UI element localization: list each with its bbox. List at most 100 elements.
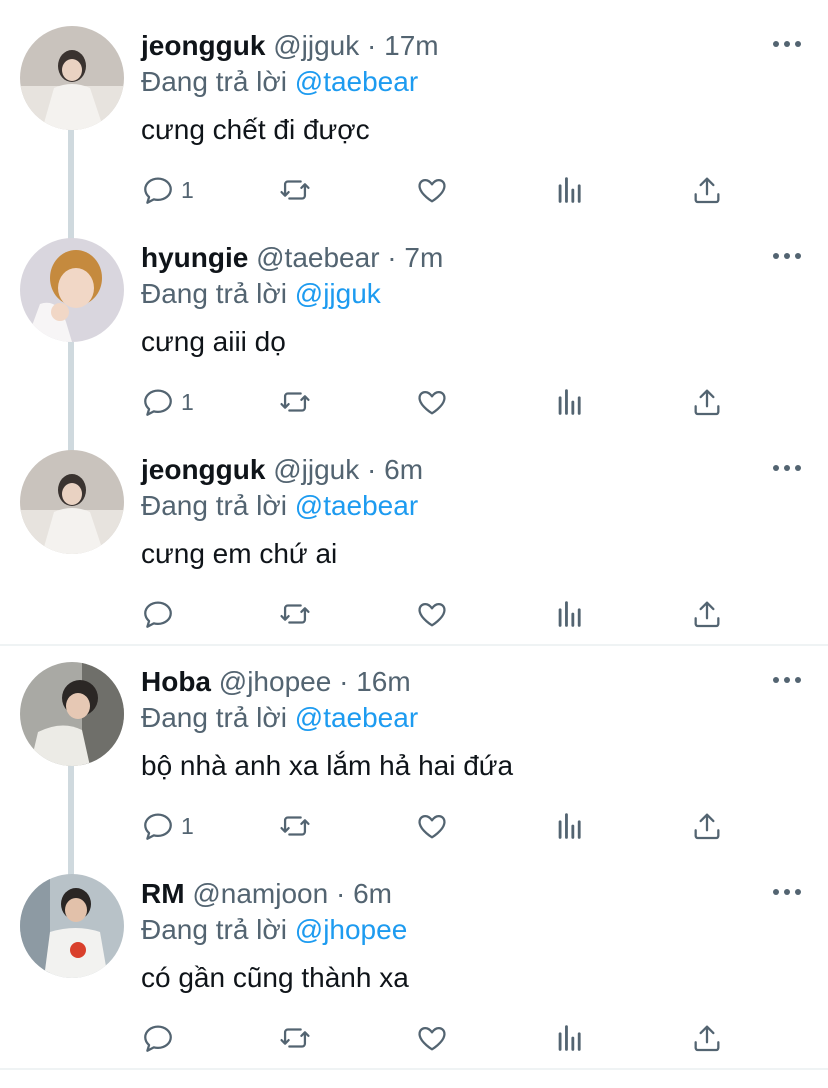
avatar[interactable] [20,874,124,978]
retweet-button[interactable] [278,1018,312,1058]
more-icon[interactable] [770,244,804,272]
like-button[interactable] [415,806,449,846]
display-name[interactable]: jeongguk [141,454,265,485]
separator-dot: · [339,666,349,697]
separator-dot: · [335,878,346,909]
user-handle[interactable]: @taebear [256,242,379,273]
display-name[interactable]: RM [141,878,185,909]
like-button[interactable] [415,594,449,634]
display-name[interactable]: hyungie [141,242,248,273]
retweet-button[interactable] [278,170,312,210]
mention-link[interactable]: @jjguk [295,278,381,309]
share-button[interactable] [690,170,724,210]
reply-button[interactable]: 1 [141,806,194,846]
more-icon[interactable] [770,456,804,484]
reply-count: 1 [181,176,194,203]
timestamp[interactable]: 17m [384,30,438,61]
tweet-actions: 1 [0,806,828,846]
reply-count: 1 [181,388,194,415]
share-icon [694,601,720,628]
mention-link[interactable]: @taebear [295,490,418,521]
reply-button[interactable] [141,1018,181,1058]
more-icon[interactable] [770,32,804,60]
user-handle[interactable]: @jhopee [219,666,332,697]
tweet-actions [0,1018,828,1058]
more-icon[interactable] [770,880,804,908]
share-icon [694,813,720,840]
tweet-text: có gần cũng thành xa [141,962,409,993]
tweet-actions [0,594,828,634]
avatar[interactable] [20,450,124,554]
share-button[interactable] [690,1018,724,1058]
avatar[interactable] [20,26,124,130]
reply-count: 1 [181,812,194,839]
share-icon [694,177,720,204]
reply-icon [144,601,172,628]
replying-to: Đang trả lời @jhopee [141,910,407,950]
heart-icon [418,178,446,203]
mention-link[interactable]: @taebear [295,702,418,733]
separator-dot: · [367,30,377,61]
mention-link[interactable]: @taebear [295,66,418,97]
reply-button[interactable]: 1 [141,170,194,210]
analytics-button[interactable] [553,170,587,210]
mention-link[interactable]: @jhopee [295,914,408,945]
user-handle[interactable]: @jjguk [273,454,359,485]
heart-icon [418,1026,446,1051]
avatar[interactable] [20,238,124,342]
replying-to: Đang trả lời @taebear [141,62,418,102]
retweet-icon [280,180,310,200]
tweet-text: cưng em chứ ai [141,538,338,569]
timestamp[interactable]: 7m [404,242,443,273]
tweet[interactable]: jeongguk @jjguk · 17m Đang trả lời @taeb… [0,0,828,212]
retweet-button[interactable] [278,594,312,634]
like-button[interactable] [415,382,449,422]
analytics-icon [558,813,581,839]
analytics-button[interactable] [553,1018,587,1058]
timestamp[interactable]: 6m [384,454,423,485]
share-button[interactable] [690,382,724,422]
analytics-icon [558,389,581,415]
replying-to-label: Đang trả lời [141,914,287,945]
analytics-icon [558,601,581,627]
retweet-icon [280,604,310,624]
analytics-button[interactable] [553,382,587,422]
reply-icon [144,813,172,840]
user-handle[interactable]: @namjoon [192,878,328,909]
display-name[interactable]: Hoba [141,666,211,697]
timestamp[interactable]: 6m [353,878,392,909]
reply-button[interactable] [141,594,181,634]
replying-to: Đang trả lời @taebear [141,698,418,738]
timestamp[interactable]: 16m [356,666,410,697]
tweet[interactable]: Hoba @jhopee · 16m Đang trả lời @taebear… [0,636,828,848]
reply-icon [144,389,172,416]
replying-to: Đang trả lời @taebear [141,486,418,526]
retweet-button[interactable] [278,806,312,846]
tweet[interactable]: jeongguk @jjguk · 6m Đang trả lời @taebe… [0,424,828,644]
like-button[interactable] [415,170,449,210]
tweet-header: jeongguk @jjguk · 17m [141,26,439,66]
user-handle[interactable]: @jjguk [273,30,359,61]
reply-button[interactable]: 1 [141,382,194,422]
analytics-button[interactable] [553,806,587,846]
analytics-button[interactable] [553,594,587,634]
retweet-icon [280,816,310,836]
reply-icon [144,177,172,204]
tweet-text: cưng chết đi được [141,114,370,145]
share-icon [694,389,720,416]
tweet-header: Hoba @jhopee · 16m [141,662,411,702]
retweet-button[interactable] [278,382,312,422]
tweet-header: RM @namjoon · 6m [141,874,392,914]
avatar[interactable] [20,662,124,766]
tweet-header: hyungie @taebear · 7m [141,238,443,278]
display-name[interactable]: jeongguk [141,30,265,61]
heart-icon [418,602,446,627]
more-icon[interactable] [770,668,804,696]
share-button[interactable] [690,594,724,634]
replying-to-label: Đang trả lời [141,278,287,309]
tweet[interactable]: RM @namjoon · 6m Đang trả lời @jhopee có… [0,848,828,1068]
like-button[interactable] [415,1018,449,1058]
divider [0,1068,828,1070]
share-button[interactable] [690,806,724,846]
tweet[interactable]: hyungie @taebear · 7m Đang trả lời @jjgu… [0,212,828,424]
